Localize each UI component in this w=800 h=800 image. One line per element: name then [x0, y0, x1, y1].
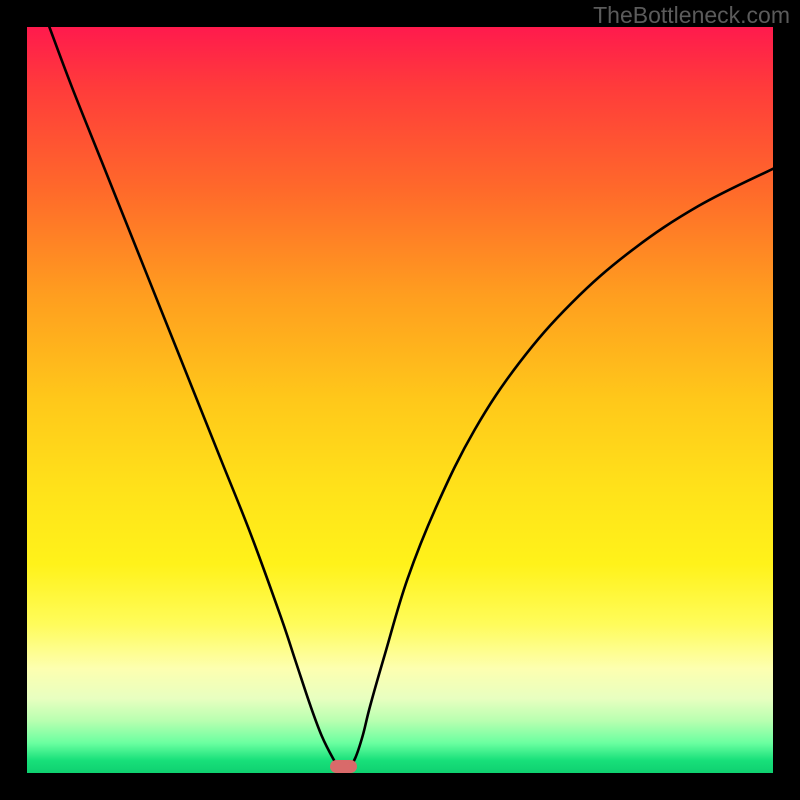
chart-frame: TheBottleneck.com — [0, 0, 800, 800]
plot-area — [27, 27, 773, 773]
watermark-text: TheBottleneck.com — [593, 2, 790, 29]
bottleneck-curve — [27, 27, 773, 773]
minimum-marker — [330, 760, 357, 773]
